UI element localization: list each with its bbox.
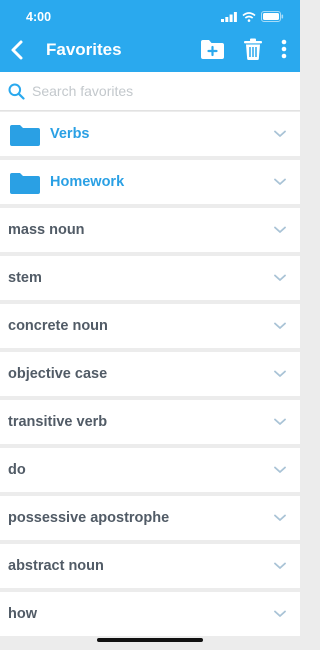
list-item[interactable]: possessive apostrophe <box>0 496 300 540</box>
home-indicator[interactable] <box>97 638 203 642</box>
item-label: objective case <box>8 366 108 382</box>
chevron-down-icon[interactable] <box>274 466 286 474</box>
item-label: concrete noun <box>8 318 108 334</box>
signal-icon <box>221 11 237 22</box>
chevron-down-icon[interactable] <box>274 514 286 522</box>
more-options-button[interactable] <box>280 37 288 66</box>
item-label: mass noun <box>8 222 85 238</box>
back-icon <box>11 40 23 60</box>
list-item[interactable]: abstract noun <box>0 544 300 588</box>
item-label: how <box>8 606 37 622</box>
list-item[interactable]: transitive verb <box>0 400 300 444</box>
status-icons <box>221 11 284 22</box>
search-input[interactable] <box>32 80 287 102</box>
status-bar: 4:00 <box>0 0 300 30</box>
item-label: possessive apostrophe <box>8 510 170 526</box>
list-item[interactable]: how <box>0 592 300 636</box>
new-folder-icon <box>201 40 224 59</box>
folder-icon <box>10 125 40 146</box>
item-label: abstract noun <box>8 558 104 574</box>
chevron-down-icon[interactable] <box>274 562 286 570</box>
nav-bar: Favorites <box>0 30 300 72</box>
chevron-down-icon[interactable] <box>274 130 286 138</box>
chevron-down-icon[interactable] <box>274 610 286 618</box>
folder-row-homework[interactable]: Homework <box>0 160 300 204</box>
favorites-list: Verbs Homework mass noun stem concrete n… <box>0 112 300 640</box>
more-vertical-icon <box>281 39 287 59</box>
wifi-icon <box>242 11 256 22</box>
search-bar <box>0 72 300 111</box>
list-item[interactable]: concrete noun <box>0 304 300 348</box>
folder-row-verbs[interactable]: Verbs <box>0 112 300 156</box>
list-item[interactable]: mass noun <box>0 208 300 252</box>
folder-icon <box>10 173 40 194</box>
folder-label: Verbs <box>50 126 90 142</box>
item-label: stem <box>8 270 42 286</box>
battery-icon <box>261 11 284 22</box>
list-item[interactable]: stem <box>0 256 300 300</box>
status-time: 4:00 <box>26 10 52 24</box>
list-item[interactable]: objective case <box>0 352 300 396</box>
chevron-down-icon[interactable] <box>274 418 286 426</box>
chevron-down-icon[interactable] <box>274 226 286 234</box>
page-title: Favorites <box>46 40 122 59</box>
chevron-down-icon[interactable] <box>274 274 286 282</box>
delete-button[interactable] <box>243 37 263 66</box>
item-label: transitive verb <box>8 414 108 430</box>
item-label: do <box>8 462 26 478</box>
search-icon <box>8 83 25 100</box>
chevron-down-icon[interactable] <box>274 370 286 378</box>
new-folder-button[interactable] <box>200 37 225 66</box>
back-button[interactable] <box>8 39 28 61</box>
list-item[interactable]: do <box>0 448 300 492</box>
trash-icon <box>244 38 262 60</box>
chevron-down-icon[interactable] <box>274 322 286 330</box>
chevron-down-icon[interactable] <box>274 178 286 186</box>
folder-label: Homework <box>50 174 125 190</box>
